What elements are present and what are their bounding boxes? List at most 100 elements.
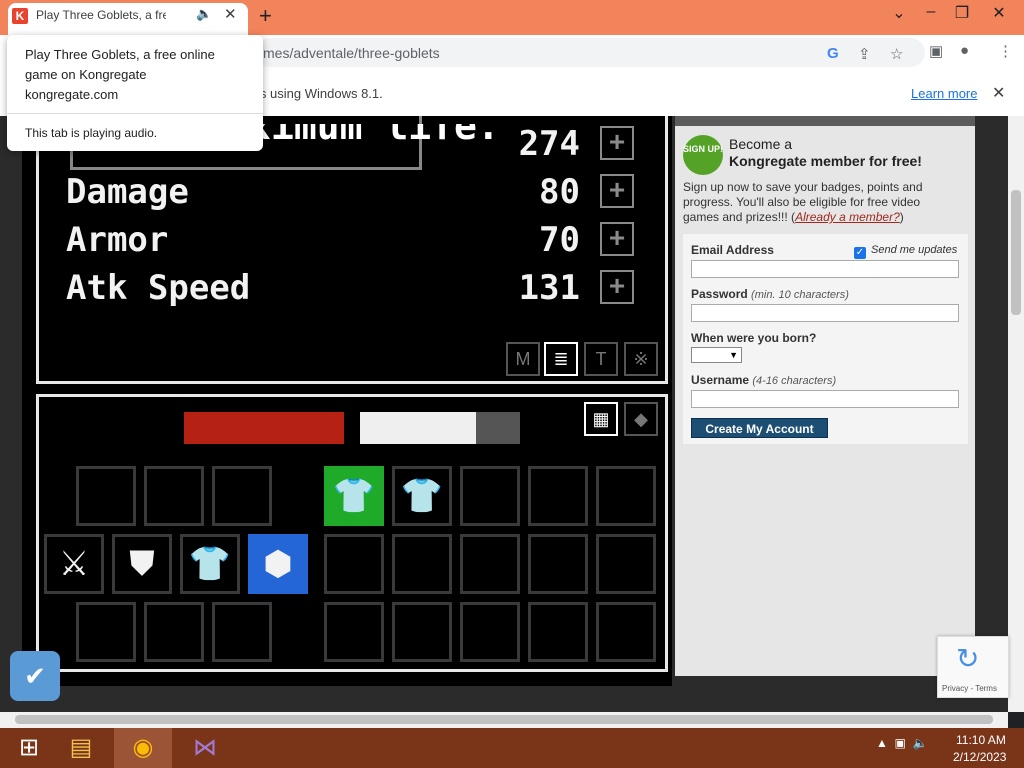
life-plus-button[interactable]: + (600, 126, 634, 160)
settings-tab-icon[interactable]: ※ (624, 342, 658, 376)
inventory-slot-armor[interactable]: 👕 (392, 466, 452, 526)
armor-value: 70 (539, 220, 580, 260)
sword-icon: ⚔ (58, 545, 90, 583)
vertical-scroll-thumb[interactable] (1011, 190, 1021, 315)
username-label: Username (691, 373, 750, 387)
signup-description: Sign up now to save your badges, points … (683, 180, 958, 225)
recaptcha-logo-icon: ↻ (956, 643, 980, 674)
email-field[interactable] (691, 260, 959, 278)
atk-speed-plus-button[interactable]: + (600, 270, 634, 304)
sign-up-badge-icon: SIGN UP! (683, 135, 723, 175)
inventory-slot[interactable] (392, 534, 452, 594)
inventory-slot[interactable] (76, 602, 136, 662)
username-label-row: Username (4-16 characters) (691, 373, 836, 387)
birthdate-select[interactable]: ▼ (691, 347, 742, 363)
damage-value: 80 (539, 172, 580, 212)
inventory-slot[interactable] (324, 534, 384, 594)
system-tray-icons[interactable]: ▲ ▣ 🔈 (876, 736, 928, 750)
inventory-slot[interactable] (528, 466, 588, 526)
bookmark-star-icon[interactable]: ☆ (890, 45, 903, 63)
atk-speed-label: Atk Speed (66, 268, 251, 308)
close-window-button[interactable]: ✕ (984, 3, 1014, 23)
tab-title: Play Three Goblets, a free on (36, 8, 166, 22)
profile-avatar-icon[interactable]: ● (960, 42, 969, 59)
visual-studio-icon[interactable]: ⋈ (176, 728, 234, 768)
armor-slot[interactable]: 👕 (180, 534, 240, 594)
inventory-grid-icon[interactable]: ▦ (584, 402, 618, 436)
damage-plus-button[interactable]: + (600, 174, 634, 208)
damage-label: Damage (66, 172, 189, 212)
password-field[interactable] (691, 304, 959, 322)
hover-card-title: Play Three Goblets, a free online game o… (25, 47, 215, 82)
already-member-link[interactable]: Already a member? (795, 210, 900, 224)
hover-card-domain: kongregate.com (25, 87, 119, 102)
experience-bar-fill (360, 412, 476, 444)
tab-hover-card: Play Three Goblets, a free online game o… (7, 35, 263, 151)
share-icon[interactable]: ⇪ (858, 45, 871, 63)
inventory-slot[interactable] (528, 534, 588, 594)
inventory-slot[interactable] (144, 602, 204, 662)
inventory-slot[interactable] (528, 602, 588, 662)
tools-tab-icon[interactable]: T (584, 342, 618, 376)
helmet-icon: ⬢ (263, 545, 293, 583)
inventory-slot[interactable] (212, 466, 272, 526)
inventory-slot[interactable] (144, 466, 204, 526)
username-field[interactable] (691, 390, 959, 408)
create-account-button[interactable]: Create My Account (691, 418, 828, 438)
inventory-slot[interactable] (392, 602, 452, 662)
inventory-slot[interactable] (596, 466, 656, 526)
signup-heading-line2: Kongregate member for free! (729, 153, 922, 169)
url-text: mes/adventale/three-goblets (263, 45, 440, 61)
life-value: 274 (518, 124, 580, 164)
security-shield-icon[interactable]: ✔ (10, 651, 60, 701)
close-infobar-icon[interactable]: ✕ (992, 83, 1005, 103)
username-hint: (4-16 characters) (752, 375, 837, 387)
inventory-slot[interactable] (212, 602, 272, 662)
chrome-taskbar-icon[interactable]: ◉ (114, 728, 172, 768)
recaptcha-terms[interactable]: Privacy - Terms (942, 684, 997, 693)
inventory-slot[interactable] (324, 602, 384, 662)
password-label-row: Password (min. 10 characters) (691, 287, 849, 301)
weapon-slot[interactable]: ⚔ (44, 534, 104, 594)
inventory-slot[interactable] (76, 466, 136, 526)
equipped-armor-slot[interactable]: 👕 (324, 466, 384, 526)
minimize-button[interactable]: – (916, 3, 946, 21)
menu-kebab-icon[interactable]: ⋮ (998, 42, 1013, 60)
atk-speed-value: 131 (518, 268, 580, 308)
shield-item-icon: ⛊ (129, 545, 155, 583)
inventory-slot[interactable] (596, 602, 656, 662)
inventory-slot[interactable] (596, 534, 656, 594)
shirt-icon: 👕 (188, 545, 232, 583)
armor-plus-button[interactable]: + (600, 222, 634, 256)
kongregate-favicon-icon: K (12, 8, 28, 24)
side-panel-icon[interactable]: ▣ (929, 42, 943, 60)
birthdate-label: When were you born? (691, 331, 817, 345)
map-tab-icon[interactable]: M (506, 342, 540, 376)
speaker-icon[interactable]: 🔈 (196, 6, 212, 22)
restore-button[interactable]: ❐ (947, 3, 977, 23)
clock-time[interactable]: 11:10 AM (956, 733, 1006, 747)
stats-tab-icon[interactable]: ≣ (544, 342, 578, 376)
address-bar[interactable]: mes/adventale/three-goblets G ⇪ ☆ (255, 38, 925, 67)
crafting-icon[interactable]: ◆ (624, 402, 658, 436)
tab-search-icon[interactable]: ⌄ (884, 3, 914, 23)
clock-date[interactable]: 2/12/2023 (953, 750, 1006, 764)
horizontal-scroll-thumb[interactable] (15, 715, 993, 724)
inventory-slot[interactable] (460, 602, 520, 662)
inventory-slot[interactable] (460, 534, 520, 594)
new-tab-button[interactable]: + (259, 3, 272, 29)
google-lens-icon[interactable]: G (827, 45, 839, 62)
helmet-slot[interactable]: ⬢ (248, 534, 308, 594)
file-explorer-icon[interactable]: ▤ (52, 728, 110, 768)
email-label: Email Address (691, 243, 774, 257)
inventory-slot[interactable] (460, 466, 520, 526)
signup-heading-line1: Become a (729, 136, 793, 152)
send-updates-checkbox[interactable]: ✓ (854, 247, 866, 259)
shield-slot[interactable]: ⛊ (112, 534, 172, 594)
shirt-icon: 👕 (332, 477, 376, 515)
kong-sidebar-tabs[interactable] (675, 116, 975, 126)
hover-card-divider (7, 113, 263, 114)
learn-more-link[interactable]: Learn more (911, 86, 977, 101)
close-tab-icon[interactable]: ✕ (224, 5, 237, 23)
windows-start-icon[interactable]: ⊞ (0, 728, 58, 768)
